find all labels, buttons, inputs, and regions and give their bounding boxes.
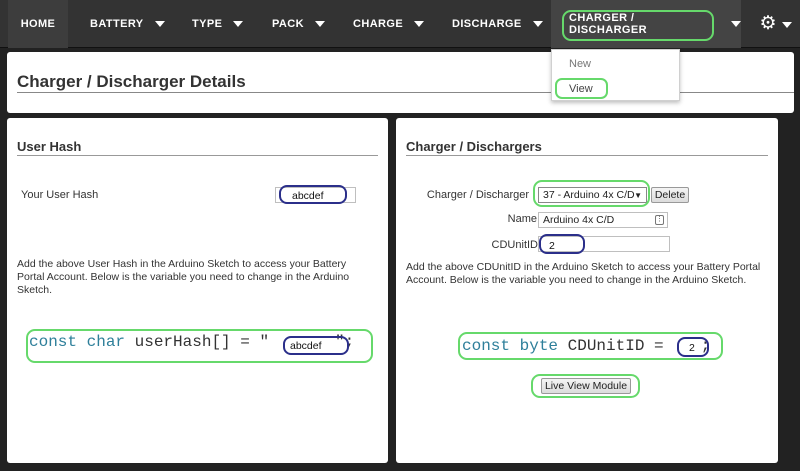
user-hash-value: abcdef [292, 190, 324, 202]
charger-dropdown-menu: New View [551, 49, 680, 101]
chargers-card: Charger / Dischargers Charger / Discharg… [396, 118, 778, 463]
nav-pack-label: PACK [272, 18, 304, 30]
page-title: Charger / Discharger Details [17, 72, 246, 91]
cdunitid-highlight [539, 234, 585, 254]
nav-highlight [562, 10, 714, 41]
name-label: Name [507, 213, 537, 225]
menu-item-view[interactable]: View [569, 83, 593, 95]
name-field[interactable]: Arduino 4x C/D ⋮ [538, 212, 668, 228]
cdunitid-label: CDUnitID [491, 239, 538, 251]
cdunitid-value: 2 [549, 240, 555, 252]
code-variable: CDUnitID = [567, 337, 664, 355]
nav-type-label: TYPE [192, 18, 223, 30]
card-divider [406, 155, 768, 156]
user-hash-label: Your User Hash [21, 189, 99, 201]
chargers-title: Charger / Dischargers [406, 139, 542, 154]
code-keyword: const byte [462, 337, 559, 355]
cdunitid-code-line: const byte CDUnitID =; [462, 337, 710, 355]
menu-item-new[interactable]: New [569, 58, 591, 70]
chargers-instructions: Add the above CDUnitID in the Arduino Sk… [406, 261, 761, 286]
nav-home-label: HOME [20, 18, 56, 30]
delete-button[interactable]: Delete [651, 187, 689, 203]
nav-battery-label: BATTERY [90, 18, 144, 30]
chevron-down-icon [532, 21, 543, 27]
gear-icon[interactable]: ⚙ [758, 14, 778, 34]
code-value: abcdef [290, 340, 322, 352]
charger-select-label: Charger / Discharger [426, 189, 529, 201]
user-hash-card: User Hash Your User Hash abcdef Add the … [7, 118, 388, 463]
chevron-down-icon[interactable] [782, 22, 792, 28]
code-value: 2 [689, 342, 695, 354]
chevron-down-icon [731, 21, 741, 27]
key-icon[interactable]: ⋮ [655, 215, 664, 225]
nav-pack[interactable]: PACK [272, 0, 325, 48]
card-divider [17, 155, 378, 156]
chevron-down-icon [414, 21, 425, 27]
nav-battery[interactable]: BATTERY [90, 0, 165, 48]
user-hash-title: User Hash [17, 139, 82, 154]
name-value: Arduino 4x C/D [543, 214, 615, 226]
top-navbar: HOME BATTERY TYPE PACK CHARGE DISCHARGE … [0, 0, 800, 48]
chevron-down-icon [154, 21, 165, 27]
nav-discharge-label: DISCHARGE [452, 18, 522, 30]
chevron-down-icon [314, 21, 325, 27]
chevron-down-icon [233, 21, 244, 27]
code-variable: userHash[] = " [134, 333, 270, 351]
nav-home[interactable]: HOME [8, 0, 68, 48]
nav-charge[interactable]: CHARGE [353, 0, 425, 48]
nav-charge-label: CHARGE [353, 18, 404, 30]
user-hash-instructions: Add the above User Hash in the Arduino S… [17, 258, 350, 296]
code-keyword: const char [29, 333, 126, 351]
live-view-highlight [531, 374, 640, 398]
nav-type[interactable]: TYPE [192, 0, 244, 48]
charger-select-highlight [533, 180, 650, 207]
nav-discharge[interactable]: DISCHARGE [452, 0, 543, 48]
